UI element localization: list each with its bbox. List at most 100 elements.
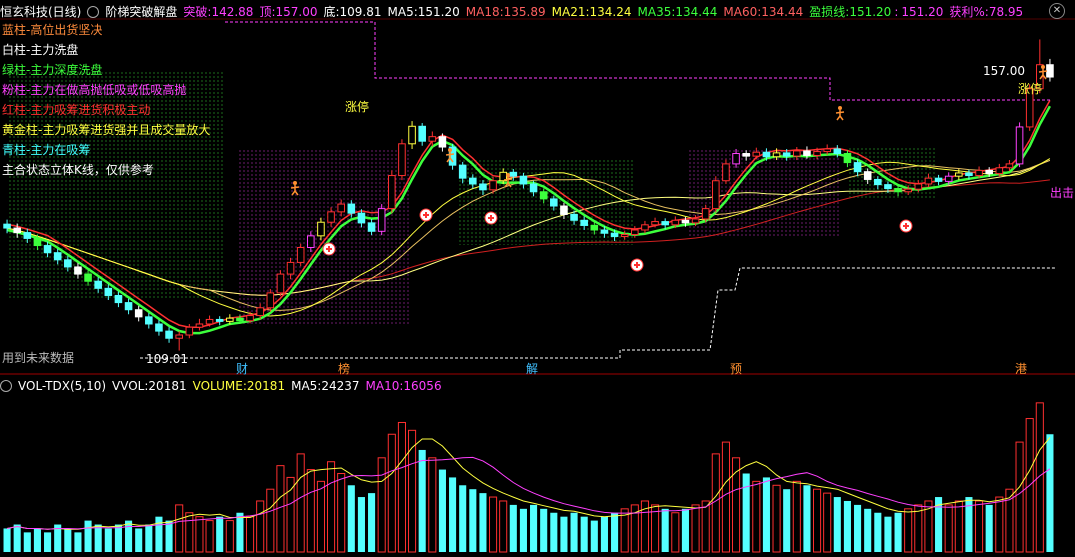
candle-body <box>914 183 923 190</box>
indicator-name[interactable]: 阶梯突破解盘 <box>105 5 177 19</box>
volume-bar <box>286 476 295 553</box>
volume-bar <box>904 508 913 553</box>
ma18-value: 135.89 <box>503 5 546 19</box>
runner-icon <box>838 106 842 110</box>
candle-body <box>863 171 872 180</box>
ma35-label: MA35: <box>637 5 676 19</box>
candle-body <box>236 317 244 322</box>
candle-body <box>995 167 1004 175</box>
candle-body <box>84 273 92 282</box>
candle-body <box>3 223 11 229</box>
volume-bar <box>74 532 82 552</box>
candle-body <box>418 125 426 142</box>
volume-bar <box>479 493 487 552</box>
candle-body <box>884 184 892 190</box>
candle-body <box>256 307 264 317</box>
indicator-toggle-icon[interactable] <box>87 5 100 18</box>
candle-body <box>934 177 943 182</box>
ding-label: 顶: <box>259 5 276 19</box>
candle-body <box>205 318 214 325</box>
candle-body <box>955 172 963 177</box>
zhangting-label-2: 涨停 <box>1018 82 1043 96</box>
ykx-value1: 151.20 <box>849 5 892 19</box>
candle-body <box>1005 163 1014 169</box>
close-icon[interactable]: ✕ <box>1049 3 1065 19</box>
candle-body <box>357 212 366 224</box>
legend-item: 白柱-主力洗盘 <box>2 43 79 57</box>
volume-bar <box>954 500 963 553</box>
candle-body <box>307 235 315 248</box>
hl-label: 获利%: <box>949 5 989 19</box>
candle-body <box>580 219 588 226</box>
candle-body <box>408 125 416 145</box>
candle-body <box>529 183 538 193</box>
stock-name: 恒玄科技(日线) <box>0 5 82 19</box>
volume-bar <box>23 532 31 552</box>
sub-toggle-icon[interactable] <box>0 379 12 392</box>
volume-bar <box>236 512 244 552</box>
ma60-label: MA60: <box>723 5 762 19</box>
volume-bar <box>1015 441 1024 553</box>
volume-bar <box>661 508 669 552</box>
candle-body <box>620 234 629 237</box>
volume-bar <box>701 500 710 553</box>
candle-body <box>823 148 831 153</box>
candle-body <box>215 318 224 322</box>
volume-bar <box>84 520 92 552</box>
volume-bar <box>509 504 517 552</box>
volume-bar <box>418 449 426 552</box>
runner-icon <box>835 110 845 121</box>
legend-item: 青柱-主力在吸筹 <box>2 143 91 157</box>
volume-bar <box>611 512 619 552</box>
volume-bar <box>944 504 953 553</box>
legend-item: 主合状态立体K线，仅供参考 <box>2 163 154 177</box>
candle-body <box>94 280 102 289</box>
volume-bar <box>205 520 214 553</box>
candle-body <box>479 183 487 191</box>
event-marker[interactable]: 预 <box>730 360 742 377</box>
candle-body <box>803 150 811 156</box>
volume-bar <box>246 516 255 553</box>
vma10-label: MA10: <box>365 379 404 393</box>
ma35-value: 134.44 <box>675 5 718 19</box>
volume-bar <box>155 516 163 552</box>
ykx-label: 盈损线: <box>809 5 850 19</box>
candle-body <box>489 180 497 191</box>
candle-body <box>165 330 173 339</box>
volume-bar <box>995 496 1004 553</box>
volume-bar <box>985 504 993 552</box>
volume-bar <box>195 516 204 553</box>
event-marker[interactable]: 解 <box>526 360 538 377</box>
volume-bar <box>13 524 21 552</box>
sub-title[interactable]: VOL-TDX(5,10) <box>18 379 106 393</box>
candle-body <box>671 219 680 226</box>
volume-bar <box>560 516 568 552</box>
legend-item: 红柱-主力吸筹进货积极主动 <box>2 103 151 117</box>
volume-bar <box>691 504 700 553</box>
ding-value: 157.00 <box>275 5 318 19</box>
volume-bar <box>64 528 72 552</box>
event-marker[interactable]: 港 <box>1015 360 1027 377</box>
candle-body <box>742 153 750 157</box>
event-marker[interactable]: 财 <box>236 360 248 377</box>
candle-body <box>681 219 690 224</box>
legend-item: 蓝柱-高位出货坚决 <box>2 23 103 37</box>
volume-bar <box>347 485 355 552</box>
hl-value: 78.95 <box>988 5 1024 19</box>
volume-bar <box>296 453 305 553</box>
candle-body <box>74 266 82 275</box>
volume-bar <box>216 516 224 552</box>
candle-body <box>782 152 791 157</box>
volume-bar <box>125 520 133 552</box>
volume-bar <box>387 433 396 553</box>
candle-body <box>469 177 477 185</box>
candle-body <box>175 334 183 339</box>
candle-body <box>600 229 609 234</box>
volume-bar <box>752 480 761 553</box>
volume-bar <box>813 488 822 553</box>
candle-body <box>23 232 32 239</box>
event-marker[interactable]: 榜 <box>338 360 350 377</box>
vma5-value: 24237 <box>321 379 360 393</box>
candle-body <box>458 164 467 179</box>
candle-body <box>286 261 295 275</box>
